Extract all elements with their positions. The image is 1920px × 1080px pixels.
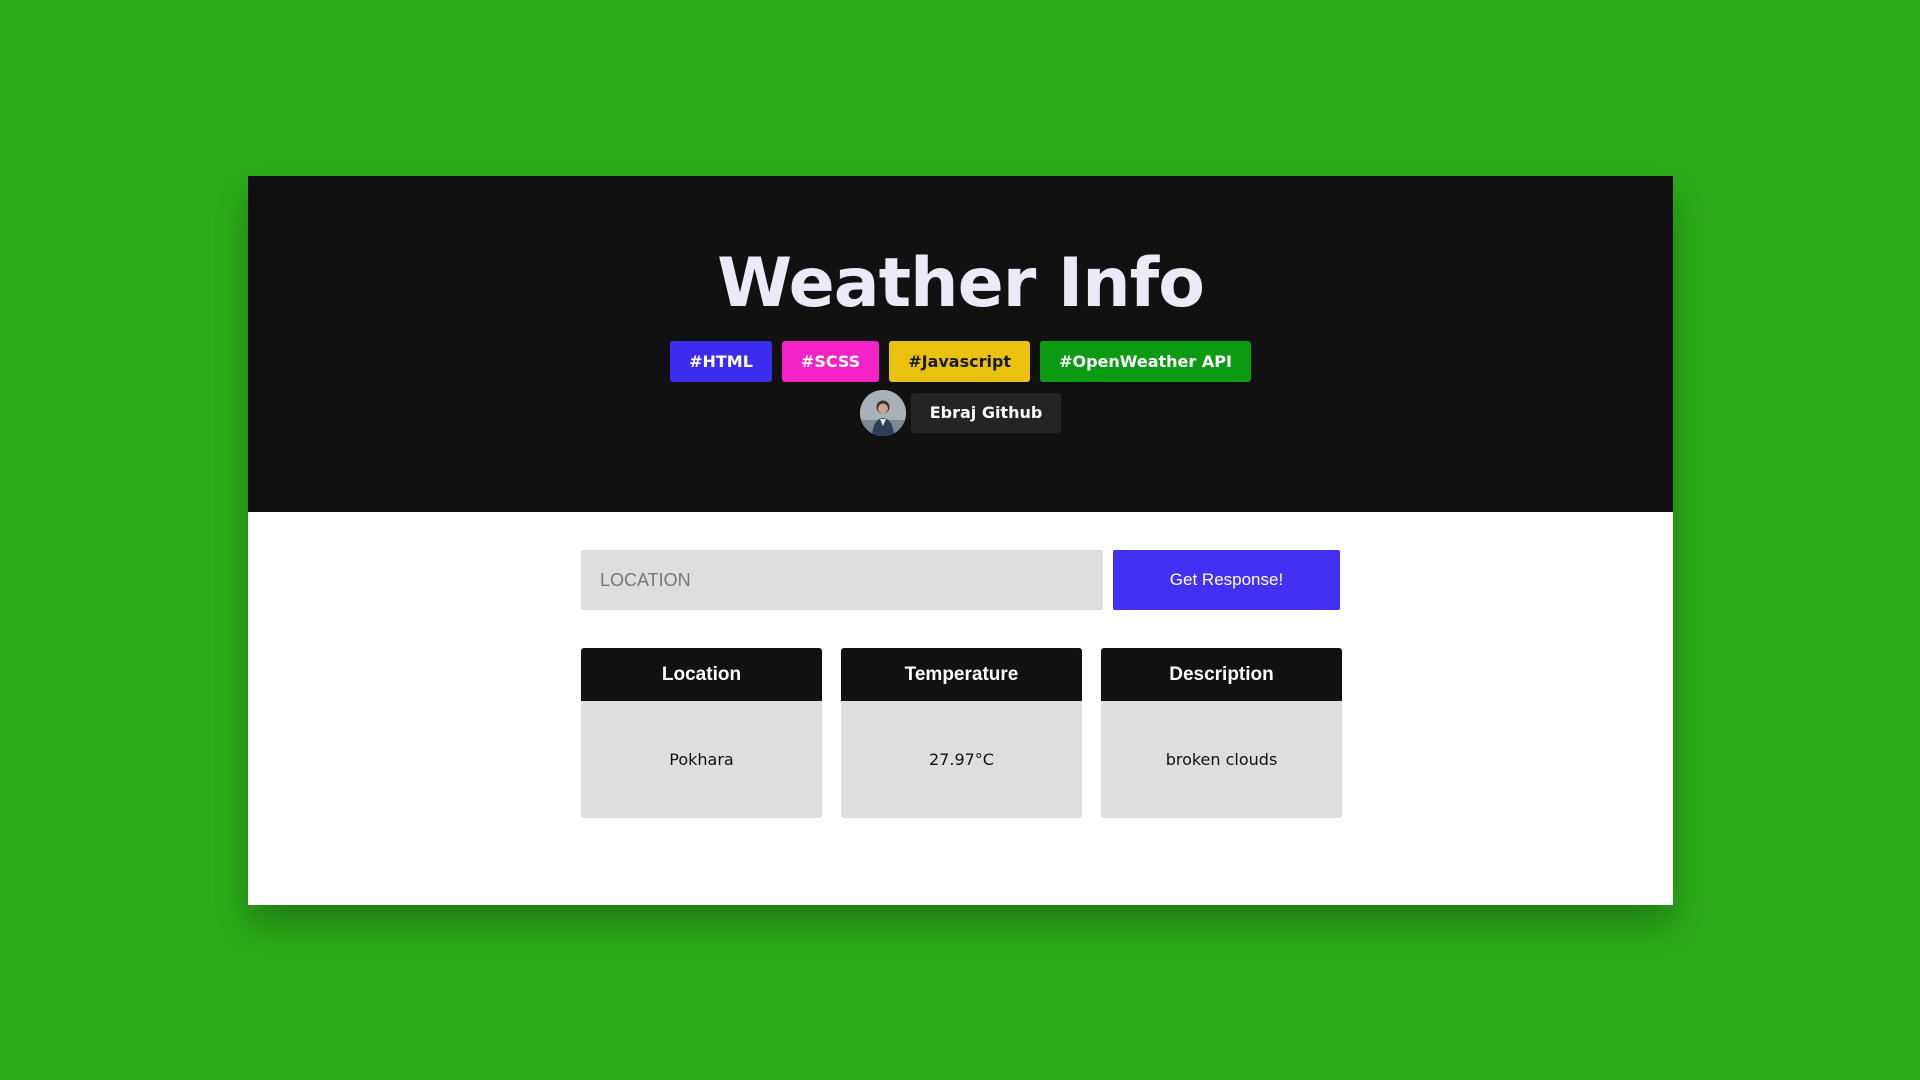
result-heading: Location	[581, 648, 822, 701]
location-input[interactable]	[581, 550, 1103, 610]
tag-scss[interactable]: #SCSS	[781, 341, 880, 382]
avatar-photo-icon	[859, 390, 906, 436]
result-heading: Description	[1101, 648, 1342, 701]
get-response-button[interactable]: Get Response!	[1113, 550, 1340, 610]
page-title: Weather Info	[717, 244, 1205, 323]
result-value: Pokhara	[669, 750, 734, 769]
tech-tags: #HTML #SCSS #Javascript #OpenWeather API	[248, 341, 1673, 382]
result-value: 27.97°C	[929, 750, 994, 769]
result-card-description: Description broken clouds	[1101, 648, 1342, 818]
tag-javascript[interactable]: #Javascript	[889, 341, 1031, 382]
app-card: Weather Info #HTML #SCSS #Javascript #Op…	[248, 176, 1673, 905]
github-link-row: Ebraj Github	[248, 390, 1673, 436]
result-card-temperature: Temperature 27.97°C	[841, 648, 1082, 818]
result-value: broken clouds	[1165, 750, 1278, 769]
avatar[interactable]	[859, 390, 906, 436]
github-link[interactable]: Ebraj Github	[910, 393, 1062, 433]
hero-header: Weather Info #HTML #SCSS #Javascript #Op…	[248, 176, 1673, 512]
tag-openweather-api[interactable]: #OpenWeather API	[1040, 341, 1251, 382]
tag-html[interactable]: #HTML	[670, 341, 772, 382]
result-card-location: Location Pokhara	[581, 648, 822, 818]
result-heading: Temperature	[841, 648, 1082, 701]
